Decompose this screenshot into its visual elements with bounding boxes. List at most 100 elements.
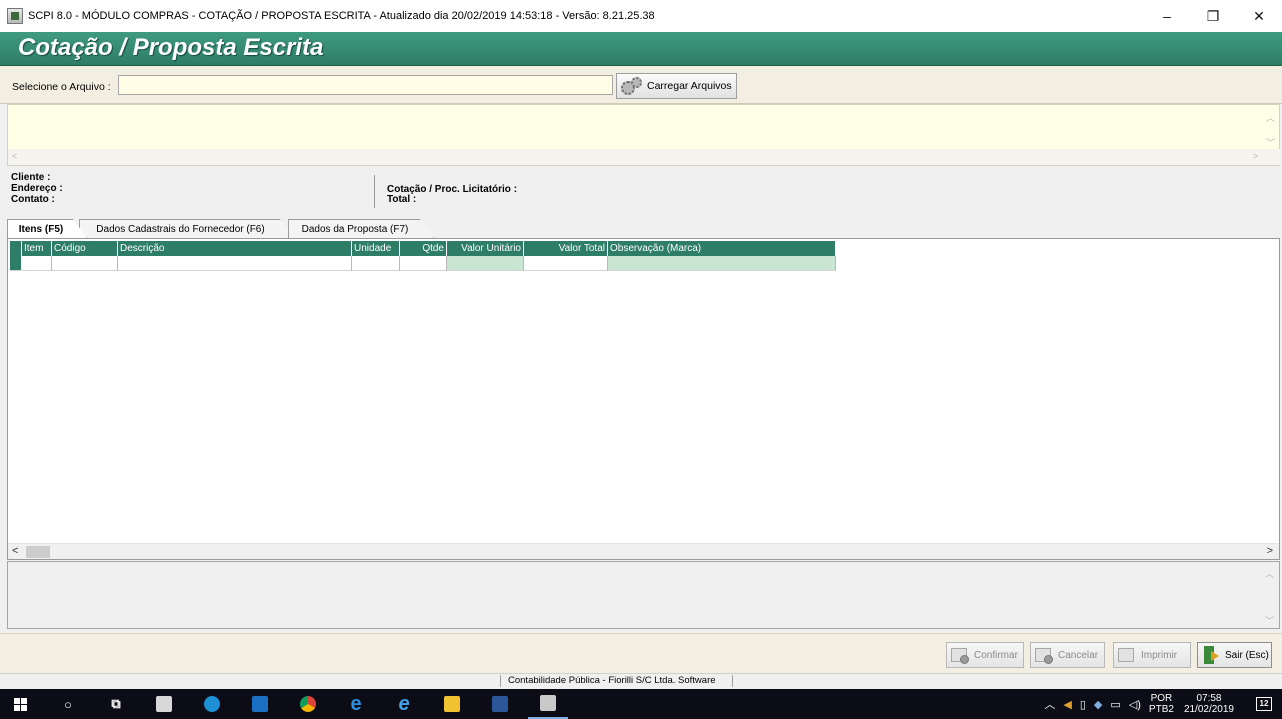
cancel-label: Cancelar	[1058, 649, 1099, 661]
cell-unidade[interactable]	[352, 256, 400, 271]
tab-bar: Itens (F5) Dados Cadastrais do Fornecedo…	[7, 219, 1280, 238]
scpi-icon[interactable]	[528, 689, 568, 719]
chevron-up-icon[interactable]: ︿	[1044, 696, 1055, 712]
window-title-bar: SCPI 8.0 - MÓDULO COMPRAS - COTAÇÃO / PR…	[0, 0, 1282, 32]
tab-dados-proposta[interactable]: Dados da Proposta (F7)	[288, 219, 434, 238]
observation-memo[interactable]: ︿ ﹀	[7, 561, 1280, 629]
scroll-up-icon[interactable]: ︿	[1265, 567, 1274, 580]
column-header-qtde[interactable]: Qtde	[400, 241, 447, 256]
clock-time: 07:58	[1196, 693, 1222, 704]
restore-button[interactable]: ❐	[1190, 0, 1236, 32]
cell-descricao[interactable]	[118, 256, 352, 271]
action-bar: Confirmar Cancelar Imprimir Sair (Esc)	[0, 633, 1282, 673]
windows-taskbar: ○ ⧉ e e ︿ ◀ ▯ ◆ ▭ ◁) POR PTB2 07:58 21/0…	[0, 689, 1282, 719]
exit-label: Sair (Esc)	[1225, 649, 1269, 661]
column-header-valor-unitario[interactable]: Valor Unitário	[447, 241, 524, 256]
message-vertical-scrollbar[interactable]: ︿ ﹀	[1262, 105, 1279, 151]
speaker-alert-icon[interactable]: ◀	[1063, 698, 1071, 711]
table-row[interactable]	[10, 256, 836, 271]
clock[interactable]: 07:58 21/02/2019	[1184, 693, 1234, 715]
window-title: SCPI 8.0 - MÓDULO COMPRAS - COTAÇÃO / PR…	[28, 10, 655, 22]
scroll-down-icon[interactable]: ﹀	[1265, 614, 1274, 627]
edge-icon[interactable]: e	[336, 689, 376, 719]
cell-codigo[interactable]	[52, 256, 118, 271]
status-bar: Contabilidade Pública - Fiorilli S/C Ltd…	[0, 673, 1282, 688]
column-header-observacao[interactable]: Observação (Marca)	[608, 241, 836, 256]
grid-horizontal-scrollbar[interactable]: < >	[8, 543, 1279, 559]
column-header-valor-total[interactable]: Valor Total	[524, 241, 608, 256]
print-label: Imprimir	[1141, 649, 1178, 661]
status-text: Contabilidade Pública - Fiorilli S/C Ltd…	[508, 675, 716, 686]
confirm-button[interactable]: Confirmar	[946, 642, 1024, 668]
column-header-item[interactable]: Item	[22, 241, 52, 256]
system-tray: ︿ ◀ ▯ ◆ ▭ ◁) POR PTB2 07:58 21/02/2019 1…	[1044, 689, 1282, 719]
cancel-icon	[1035, 646, 1055, 664]
usb-icon[interactable]: ▯	[1080, 698, 1086, 711]
network-icon[interactable]: ▭	[1110, 698, 1120, 711]
endereco-label: Endereço :	[11, 183, 63, 194]
module-banner: Cotação / Proposta Escrita	[0, 32, 1282, 66]
notifications-icon[interactable]: 12	[1246, 689, 1282, 719]
file-path-input[interactable]	[118, 75, 613, 95]
close-button[interactable]: ✕	[1236, 0, 1282, 32]
tab-itens[interactable]: Itens (F5)	[7, 219, 87, 238]
clock-date: 21/02/2019	[1183, 704, 1234, 715]
confirm-icon	[951, 646, 971, 664]
calculator-icon[interactable]	[144, 689, 184, 719]
search-icon[interactable]: ○	[48, 689, 88, 719]
column-header-unidade[interactable]: Unidade	[352, 241, 400, 256]
scroll-down-icon[interactable]: ﹀	[1266, 136, 1275, 149]
items-grid[interactable]: Item Código Descrição Unidade Qtde Valor…	[7, 238, 1280, 560]
scroll-up-icon[interactable]: ︿	[1266, 111, 1275, 124]
cell-valor-unitario[interactable]	[447, 256, 524, 271]
grid-header-indicator	[10, 241, 22, 256]
status-separator	[500, 675, 501, 687]
windows-start-icon[interactable]	[0, 689, 40, 719]
exit-button[interactable]: Sair (Esc)	[1197, 642, 1272, 668]
file-select-label: Selecione o Arquivo :	[12, 81, 111, 93]
message-horizontal-scrollbar[interactable]: < >	[8, 149, 1280, 165]
chrome-icon[interactable]	[288, 689, 328, 719]
skype-icon[interactable]	[192, 689, 232, 719]
volume-icon[interactable]: ◁)	[1129, 698, 1141, 711]
scrollbar-thumb[interactable]	[26, 546, 50, 558]
load-files-button[interactable]: Carregar Arquivos	[616, 73, 737, 99]
grid-header: Item Código Descrição Unidade Qtde Valor…	[10, 241, 836, 256]
file-explorer-icon[interactable]	[432, 689, 472, 719]
task-view-icon[interactable]: ⧉	[96, 689, 136, 719]
print-button[interactable]: Imprimir	[1113, 642, 1191, 668]
info-divider	[374, 175, 375, 208]
contato-label: Contato :	[11, 194, 55, 205]
column-header-codigo[interactable]: Código	[52, 241, 118, 256]
shield-icon[interactable]: ◆	[1094, 698, 1102, 711]
scroll-right-icon[interactable]: >	[1253, 151, 1258, 161]
gears-icon	[621, 77, 643, 95]
word-icon[interactable]	[480, 689, 520, 719]
internet-explorer-icon[interactable]: e	[384, 689, 424, 719]
tab-dados-fornecedor[interactable]: Dados Cadastrais do Fornecedor (F6)	[79, 219, 294, 238]
exit-door-icon	[1202, 646, 1222, 664]
row-indicator[interactable]	[10, 256, 22, 271]
scroll-left-icon[interactable]: <	[12, 151, 17, 161]
scroll-left-icon[interactable]: <	[12, 545, 18, 557]
file-select-row: Selecione o Arquivo : Carregar Arquivos	[0, 66, 1282, 104]
printer-icon	[1118, 646, 1138, 664]
minimize-button[interactable]: –	[1144, 0, 1190, 32]
cell-valor-total[interactable]	[524, 256, 608, 271]
outlook-icon[interactable]	[240, 689, 280, 719]
cell-qtde[interactable]	[400, 256, 447, 271]
language-indicator[interactable]: POR PTB2	[1149, 693, 1174, 715]
message-area[interactable]: ︿ ﹀ < >	[7, 104, 1280, 166]
status-separator	[732, 675, 733, 687]
cell-observacao[interactable]	[608, 256, 836, 271]
app-icon	[7, 8, 23, 24]
load-files-label: Carregar Arquivos	[647, 80, 732, 92]
confirm-label: Confirmar	[974, 649, 1018, 661]
column-header-descricao[interactable]: Descrição	[118, 241, 352, 256]
scroll-right-icon[interactable]: >	[1267, 545, 1273, 557]
total-label: Total :	[387, 194, 417, 205]
cell-item[interactable]	[22, 256, 52, 271]
cancel-button[interactable]: Cancelar	[1030, 642, 1105, 668]
info-panel: Cliente : Endereço : Contato : Cotação /…	[0, 167, 1282, 213]
cliente-label: Cliente :	[11, 172, 51, 183]
